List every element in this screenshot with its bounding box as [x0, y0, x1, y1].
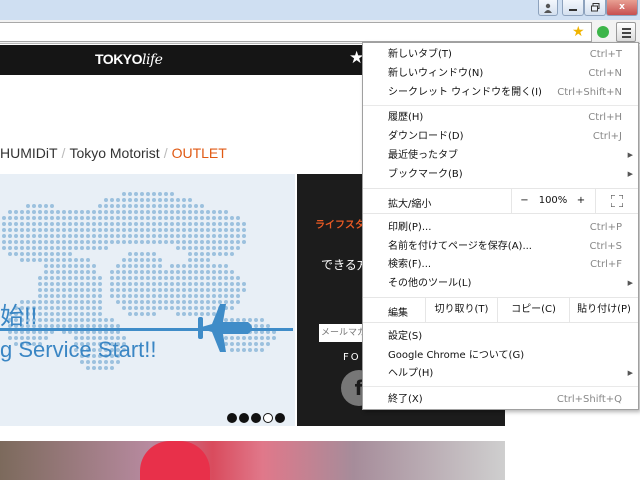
browser-toolbar: ★: [0, 20, 640, 44]
carousel-dot[interactable]: [275, 413, 285, 423]
menu-recent-tabs[interactable]: 最近使ったタブ ▶: [363, 146, 638, 165]
menu-edit-row: 編集 切り取り(T) コピー(C) 貼り付け(P): [363, 297, 638, 323]
window-titlebar: x: [0, 0, 640, 20]
airplane-icon: [198, 304, 252, 352]
menu-history[interactable]: 履歴(H) Ctrl+H: [363, 108, 638, 127]
cut-button[interactable]: 切り取り(T): [425, 298, 497, 322]
menu-save-page[interactable]: 名前を付けてページを保存(A)... Ctrl+S: [363, 237, 638, 256]
model-photo: [140, 441, 210, 480]
minimize-button[interactable]: [562, 0, 584, 16]
submenu-arrow-icon: ▶: [627, 279, 633, 287]
hero-subheadline: g Service Start!!: [0, 337, 157, 362]
restore-icon: [590, 3, 599, 12]
brand-nav: HUMIDiT / Tokyo Motorist / OUTLET: [0, 145, 227, 161]
menu-new-window[interactable]: 新しいウィンドウ(N) Ctrl+N: [363, 64, 638, 83]
menu-exit[interactable]: 終了(X) Ctrl+Shift+Q: [363, 390, 638, 409]
menu-separator: [363, 105, 638, 106]
profile-button[interactable]: [538, 0, 558, 16]
paste-button[interactable]: 貼り付け(P): [569, 298, 638, 322]
nav-separator: /: [61, 145, 66, 161]
carousel-dots: [227, 408, 287, 427]
submenu-arrow-icon: ▶: [627, 151, 633, 159]
zoom-label: 拡大/縮小: [388, 199, 432, 210]
nav-separator: /: [163, 145, 168, 161]
menu-about-chrome[interactable]: Google Chrome について(G): [363, 346, 638, 365]
nav-humidit[interactable]: HUMIDiT: [0, 145, 58, 161]
site-logo[interactable]: TOKYOlife: [95, 51, 163, 68]
minimize-icon: [569, 9, 577, 11]
hero-headline: 始!!: [0, 303, 38, 330]
menu-new-tab[interactable]: 新しいタブ(T) Ctrl+T: [363, 45, 638, 64]
edit-label: 編集: [388, 308, 408, 319]
carousel-dot[interactable]: [251, 413, 261, 423]
fullscreen-button[interactable]: [595, 189, 638, 213]
menu-settings[interactable]: 設定(S): [363, 327, 638, 346]
photo-banner[interactable]: [0, 441, 505, 480]
close-button[interactable]: x: [606, 0, 638, 16]
zoom-level: 100%: [538, 195, 568, 206]
extension-icon[interactable]: [597, 26, 609, 38]
close-icon: x: [619, 2, 625, 12]
menu-zoom-row: 拡大/縮小 − 100% +: [363, 188, 638, 214]
menu-help[interactable]: ヘルプ(H) ▶: [363, 364, 638, 383]
carousel-dot-active[interactable]: [263, 413, 273, 423]
newsletter-title: ライフスタ: [315, 220, 365, 231]
carousel-dot[interactable]: [239, 413, 249, 423]
chrome-menu-button[interactable]: [616, 22, 636, 42]
menu-find[interactable]: 検索(F)... Ctrl+F: [363, 255, 638, 274]
fullscreen-icon: [611, 195, 623, 207]
menu-print[interactable]: 印刷(P)... Ctrl+P: [363, 218, 638, 237]
zoom-out-button[interactable]: −: [511, 189, 537, 213]
menu-downloads[interactable]: ダウンロード(D) Ctrl+J: [363, 127, 638, 146]
follow-label: FO: [343, 352, 361, 363]
menu-incognito[interactable]: シークレット ウィンドウを開く(I) Ctrl+Shift+N: [363, 83, 638, 102]
menu-more-tools[interactable]: その他のツール(L) ▶: [363, 274, 638, 293]
nav-tokyo-motorist[interactable]: Tokyo Motorist: [69, 145, 159, 161]
nav-outlet[interactable]: OUTLET: [172, 145, 227, 161]
submenu-arrow-icon: ▶: [627, 369, 633, 377]
maximize-button[interactable]: [584, 0, 606, 16]
carousel-dot[interactable]: [227, 413, 237, 423]
person-icon: [544, 3, 552, 13]
copy-button[interactable]: コピー(C): [497, 298, 569, 322]
chrome-menu: 新しいタブ(T) Ctrl+T 新しいウィンドウ(N) Ctrl+N シークレット …: [362, 42, 639, 410]
menu-bookmarks[interactable]: ブックマーク(B) ▶: [363, 165, 638, 184]
address-bar[interactable]: ★: [0, 22, 592, 42]
submenu-arrow-icon: ▶: [627, 170, 633, 178]
menu-separator: [363, 386, 638, 387]
bookmark-star-icon[interactable]: ★: [572, 23, 585, 41]
zoom-in-button[interactable]: +: [569, 189, 593, 213]
